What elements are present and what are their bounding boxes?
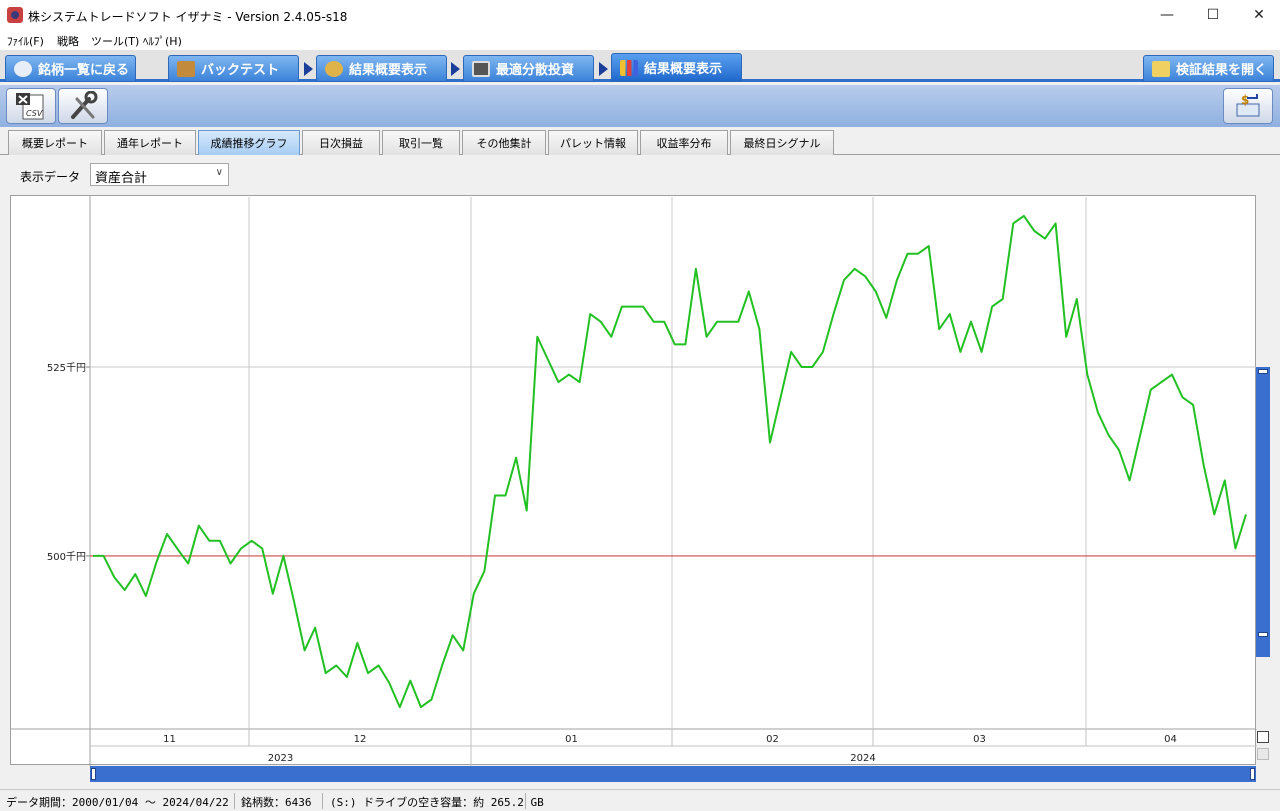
flow-step-result[interactable]: 結果概要表示 <box>611 53 742 82</box>
bar-chart-icon <box>620 59 638 76</box>
menu-bar: ﾌｧｲﾙ(F) 戦略 ツール(T) ﾍﾙﾌﾟ(H) <box>0 30 1280 50</box>
report-tabs: 概要レポート 通年レポート 成績推移グラフ 日次損益 取引一覧 その他集計 パレ… <box>0 127 1280 155</box>
zoom-toggle-checkbox-disabled <box>1257 748 1269 760</box>
x-tick-label: 04 <box>1164 734 1177 745</box>
money-icon: $ <box>1236 93 1260 117</box>
app-icon <box>7 7 23 23</box>
status-bar: データ期間：2000/01/04 ～ 2024/04/22 銘柄数：6436 (… <box>0 789 1280 811</box>
back-to-list-button[interactable]: 銘柄一覧に戻る <box>5 55 136 82</box>
status-separator <box>234 793 235 809</box>
menu-tools[interactable]: ツール(T) <box>91 33 139 49</box>
status-separator <box>322 793 323 809</box>
back-to-list-label: 銘柄一覧に戻る <box>38 63 130 78</box>
display-data-label: 表示データ <box>20 170 81 184</box>
flow-step-label: 結果概要表示 <box>349 63 428 78</box>
x-tick-label: 11 <box>163 734 176 745</box>
tab-daily-pnl[interactable]: 日次損益 <box>302 130 380 155</box>
flow-arrow-icon <box>304 62 313 76</box>
year-label: 2023 <box>268 753 293 764</box>
tab-last-day-signal[interactable]: 最終日シグナル <box>730 130 834 155</box>
window-title: 株システムトレードソフト イザナミ - Version 2.4.05-s18 <box>28 10 348 24</box>
flow-arrow-icon <box>451 62 460 76</box>
range-grip-right[interactable] <box>1250 768 1255 780</box>
status-disk-space: (S:) ドライブの空き容量：約 265.2 GB <box>330 796 544 809</box>
tab-palette-info[interactable]: パレット情報 <box>548 130 638 155</box>
range-grip-left[interactable] <box>91 768 96 780</box>
display-data-value: 資産合計 <box>95 171 148 186</box>
close-button[interactable]: ✕ <box>1236 0 1280 30</box>
tab-return-distribution[interactable]: 収益率分布 <box>640 130 728 155</box>
vertical-scrollbar[interactable] <box>1256 195 1270 729</box>
bag-icon <box>177 60 195 77</box>
flow-arrow-icon <box>599 62 608 76</box>
menu-file[interactable]: ﾌｧｲﾙ(F) <box>7 33 44 49</box>
svg-text:CSV: CSV <box>26 109 43 118</box>
x-tick-label: 03 <box>973 734 986 745</box>
vertical-scroll-thumb[interactable] <box>1256 367 1270 657</box>
scroll-grip-top[interactable] <box>1258 369 1268 374</box>
workflow-bar: 銘柄一覧に戻る バックテスト 結果概要表示 最適分散投資 結果概要表示 検証結果… <box>0 50 1280 82</box>
open-results-label: 検証結果を開く <box>1176 63 1268 78</box>
money-button[interactable]: $ <box>1223 88 1273 124</box>
coins-icon <box>325 60 343 77</box>
tab-summary-report[interactable]: 概要レポート <box>8 130 102 155</box>
flow-step-summary[interactable]: 結果概要表示 <box>316 55 447 82</box>
maximize-button[interactable]: ☐ <box>1190 0 1236 30</box>
flow-step-optimize[interactable]: 最適分散投資 <box>463 55 594 82</box>
tab-other-stats[interactable]: その他集計 <box>462 130 546 155</box>
open-results-button[interactable]: 検証結果を開く <box>1143 55 1274 82</box>
tab-trade-list[interactable]: 取引一覧 <box>382 130 460 155</box>
tab-annual-report[interactable]: 通年レポート <box>104 130 196 155</box>
toolbar: CSV $ <box>0 85 1280 127</box>
horizontal-range-bar[interactable] <box>90 766 1256 782</box>
status-stock-count: 銘柄数：6436 <box>241 796 312 809</box>
csv-export-button[interactable]: CSV <box>6 88 56 124</box>
tab-performance-graph[interactable]: 成績推移グラフ <box>198 130 300 155</box>
flow-step-backtest[interactable]: バックテスト <box>168 55 299 82</box>
y-tick-label: 525千円 <box>47 362 86 374</box>
y-tick-label: 500千円 <box>47 551 86 563</box>
menu-strategy[interactable]: 戦略 <box>57 33 79 49</box>
year-label: 2024 <box>850 753 875 764</box>
scroll-grip-bottom[interactable] <box>1258 632 1268 637</box>
x-tick-label: 01 <box>565 734 578 745</box>
svg-text:$: $ <box>1241 93 1249 107</box>
csv-icon: CSV <box>16 93 44 120</box>
performance-chart: 11 12 01 02 03 04 2023 2024 525千円 500千円 <box>10 195 1257 766</box>
status-separator <box>525 793 526 809</box>
chevron-down-icon: ∨ <box>215 167 223 178</box>
flow-step-label: 結果概要表示 <box>644 62 723 77</box>
settings-button[interactable] <box>58 88 108 124</box>
wrench-icon <box>71 91 98 119</box>
folder-icon <box>1152 60 1170 77</box>
asset-total-series-line <box>93 214 1247 709</box>
calculator-icon <box>472 60 490 77</box>
x-tick-label: 12 <box>354 734 367 745</box>
display-data-select[interactable]: 資産合計 ∨ <box>90 163 229 186</box>
zoom-toggle-checkbox[interactable] <box>1257 731 1269 743</box>
chart-canvas: 11 12 01 02 03 04 2023 2024 525千円 500千円 <box>11 196 1257 766</box>
status-data-period: データ期間：2000/01/04 ～ 2024/04/22 <box>6 796 229 809</box>
minimize-button[interactable]: — <box>1144 0 1190 30</box>
title-bar: 株システムトレードソフト イザナミ - Version 2.4.05-s18 —… <box>0 0 1280 30</box>
menu-help[interactable]: ﾍﾙﾌﾟ(H) <box>143 33 182 49</box>
x-tick-label: 02 <box>766 734 779 745</box>
flow-step-label: 最適分散投資 <box>496 63 575 78</box>
eye-icon <box>14 60 32 77</box>
flow-step-label: バックテスト <box>201 63 280 78</box>
